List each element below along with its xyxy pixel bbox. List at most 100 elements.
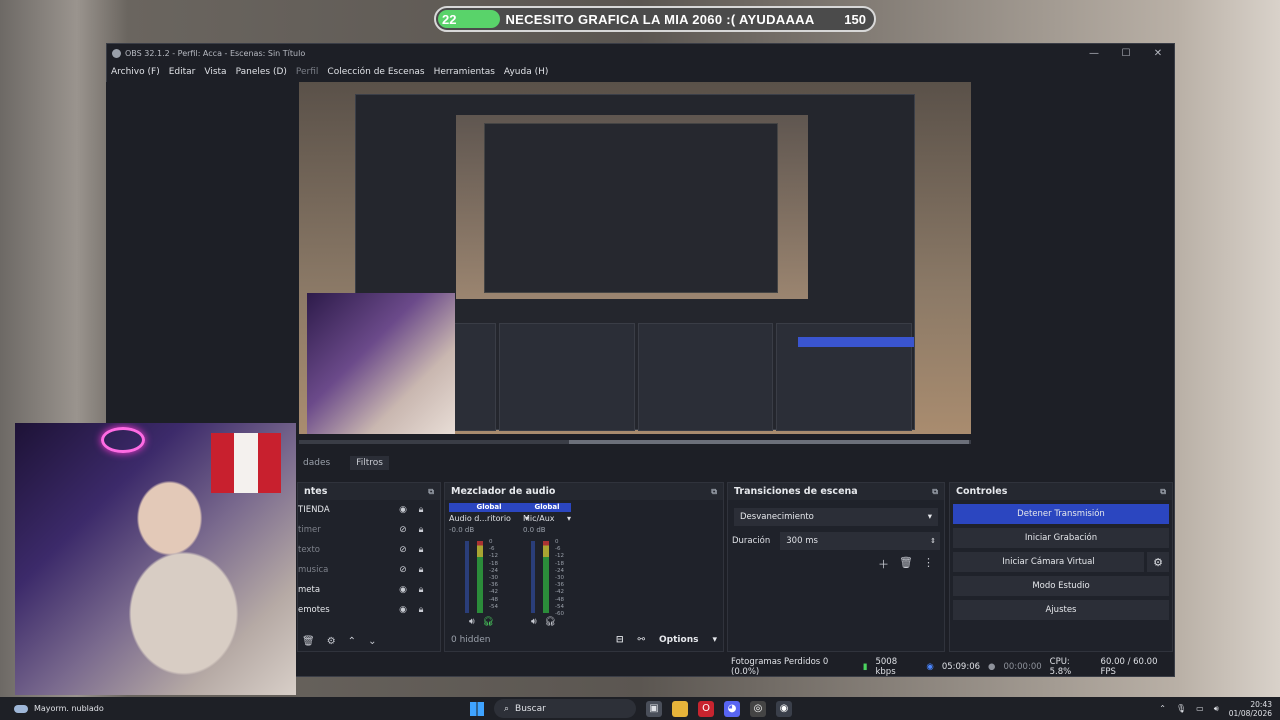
peru-flag	[211, 433, 281, 493]
window-title: OBS 32.1.2 - Perfil: Acca - Escenas: Sin…	[125, 48, 306, 58]
eye-icon[interactable]: ◉	[394, 505, 412, 515]
options-button[interactable]: Options	[659, 635, 698, 645]
source-row[interactable]: emotes ◉ 🔒︎	[298, 600, 440, 620]
duration-input[interactable]: 300 ms ⇕	[780, 532, 940, 550]
start-recording-button[interactable]: Iniciar Grabación	[953, 528, 1169, 548]
gear-icon[interactable]: ⚙	[327, 636, 336, 647]
obs-logo-icon	[112, 48, 121, 58]
source-row[interactable]: TIENDA ◉ 🔒︎	[298, 500, 440, 520]
clock[interactable]: 20:43 01/08/2026	[1229, 700, 1272, 718]
menu-edit[interactable]: Editar	[169, 67, 196, 77]
speaker-icon[interactable]: 🔊︎	[531, 617, 537, 627]
move-up-icon[interactable]: ⌃	[348, 636, 356, 647]
chevron-up-icon[interactable]: ⌃	[1159, 704, 1166, 713]
lock-icon[interactable]: 🔒︎	[412, 545, 430, 555]
cloud-icon	[14, 704, 28, 713]
menu-file[interactable]: Archivo (F)	[111, 67, 160, 77]
link-icon[interactable]: ⚯	[637, 635, 645, 645]
audio-mixer-dock: Mezclador de audio ⧉ Global Audio d...rit…	[444, 482, 724, 652]
menu-scene-collection[interactable]: Colección de Escenas	[327, 67, 424, 77]
mixer-channel: Global Mic/Aux ▾ 0.0 dB	[523, 503, 571, 534]
dock-float-icon[interactable]: ⧉	[1160, 487, 1166, 497]
layout-icon[interactable]: ⊟	[616, 635, 624, 645]
hidden-count[interactable]: 0 hidden	[451, 635, 490, 645]
chevron-down-icon: ▾	[927, 512, 932, 522]
eye-icon[interactable]: ◉	[394, 585, 412, 595]
trash-icon[interactable]: 🗑︎	[302, 636, 315, 647]
menu-docks[interactable]: Paneles (D)	[236, 67, 287, 77]
dock-float-icon[interactable]: ⧉	[428, 487, 434, 497]
taskbar-search[interactable]: ⌕ Buscar	[494, 699, 636, 718]
lock-icon[interactable]: 🔒︎	[412, 585, 430, 595]
volume-icon[interactable]: 🔊︎	[1214, 704, 1219, 714]
global-badge: Global	[449, 503, 529, 512]
transition-select[interactable]: Desvanecimiento ▾	[734, 508, 938, 526]
task-view-icon[interactable]: ▣	[646, 700, 662, 717]
source-row[interactable]: musica ⊘ 🔒︎	[298, 560, 440, 580]
source-row[interactable]: meta ◉ 🔒︎	[298, 580, 440, 600]
close-button[interactable]: ✕	[1142, 48, 1174, 59]
dock-float-icon[interactable]: ⧉	[711, 487, 717, 497]
gear-icon[interactable]: ⚙	[1147, 552, 1169, 572]
microphone-icon[interactable]: 🎙︎	[1176, 704, 1186, 713]
menu-view[interactable]: Vista	[204, 67, 226, 77]
eye-hidden-icon[interactable]: ⊘	[394, 565, 412, 575]
file-explorer-icon[interactable]	[672, 700, 688, 717]
lock-icon[interactable]: 🔒︎	[412, 565, 430, 575]
trash-icon[interactable]: 🗑︎	[899, 556, 913, 572]
headphones-icon[interactable]: 🎧︎	[545, 617, 556, 627]
record-icon: ●	[988, 662, 996, 672]
start-button[interactable]	[470, 701, 484, 716]
opera-icon[interactable]: O	[698, 700, 714, 717]
source-row[interactable]: texto ⊘ 🔒︎	[298, 540, 440, 560]
source-label: musica	[298, 565, 329, 575]
spinner-icon[interactable]: ⇕	[930, 537, 936, 545]
add-icon[interactable]: ＋	[878, 556, 889, 572]
lock-icon[interactable]: 🔒︎	[412, 605, 430, 615]
goal-current: 22	[442, 11, 457, 27]
obs-icon[interactable]: ◉	[776, 700, 792, 717]
headphones-icon[interactable]: 🎧︎	[483, 617, 494, 627]
eye-hidden-icon[interactable]: ⊘	[394, 525, 412, 535]
settings-button[interactable]: Ajustes	[953, 600, 1169, 620]
scenes-dock-area	[106, 82, 296, 432]
title-bar: OBS 32.1.2 - Perfil: Acca - Escenas: Sin…	[107, 44, 1174, 62]
speaker-icon[interactable]: 🔊︎	[469, 617, 475, 627]
cpu-usage: CPU: 5.8%	[1049, 657, 1072, 677]
lock-icon[interactable]: 🔒︎	[412, 525, 430, 535]
maximize-button[interactable]: ☐	[1110, 48, 1142, 59]
source-label: timer	[298, 525, 321, 535]
app-icon[interactable]: ◎	[750, 700, 766, 717]
dock-float-icon[interactable]: ⧉	[932, 487, 938, 497]
nested-menu	[356, 95, 914, 101]
tab-properties[interactable]: dades	[297, 456, 336, 470]
nested-stop-button	[798, 337, 914, 347]
preview-scrollbar[interactable]	[299, 440, 971, 444]
volume-slider[interactable]	[531, 541, 535, 613]
stream-goal-bar: 22 NECESITO GRAFICA LA MIA 2060 :( AYUDA…	[434, 6, 876, 32]
move-down-icon[interactable]: ⌄	[368, 636, 376, 647]
chevron-down-icon[interactable]: ▾	[712, 635, 717, 645]
search-placeholder: Buscar	[515, 703, 546, 714]
stop-streaming-button[interactable]: Detener Transmisión	[953, 504, 1169, 524]
more-icon[interactable]: ⋮	[923, 556, 934, 572]
studio-mode-button[interactable]: Modo Estudio	[953, 576, 1169, 596]
menu-help[interactable]: Ayuda (H)	[504, 67, 548, 77]
menu-profile[interactable]: Perfil	[296, 67, 319, 77]
source-row[interactable]: timer ⊘ 🔒︎	[298, 520, 440, 540]
mixer-title: Mezclador de audio	[451, 486, 556, 497]
lock-icon[interactable]: 🔒︎	[412, 505, 430, 515]
eye-hidden-icon[interactable]: ⊘	[394, 545, 412, 555]
system-tray: ⌃ 🎙︎ ▭ 🔊︎ 20:43 01/08/2026	[1159, 700, 1272, 718]
tab-filters[interactable]: Filtros	[350, 456, 389, 470]
minimize-button[interactable]: —	[1078, 48, 1110, 59]
menu-tools[interactable]: Herramientas	[434, 67, 495, 77]
channel-db: -0.0 dB	[449, 526, 475, 534]
monitor-icon[interactable]: ▭	[1196, 704, 1204, 713]
discord-icon[interactable]: ◕	[724, 700, 740, 717]
volume-slider[interactable]	[465, 541, 469, 613]
eye-icon[interactable]: ◉	[394, 605, 412, 615]
start-virtual-camera-button[interactable]: Iniciar Cámara Virtual	[953, 552, 1144, 572]
weather-widget[interactable]: Mayorm. nublado	[14, 704, 104, 713]
chevron-down-icon[interactable]: ▾	[567, 514, 571, 523]
